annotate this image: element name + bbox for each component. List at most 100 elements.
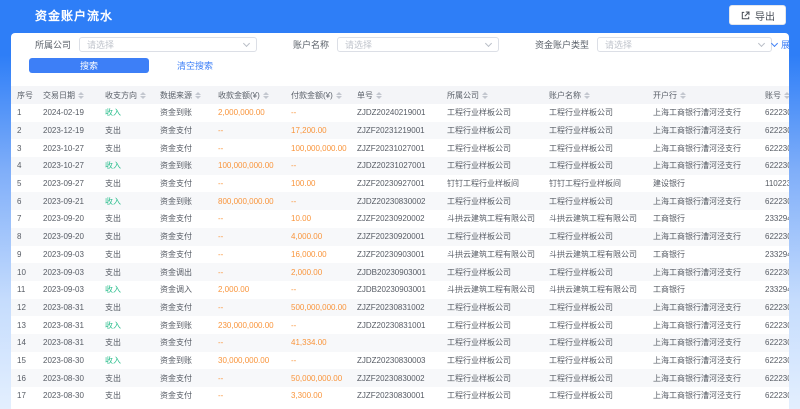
- cell-company: 工程行业样板公司: [441, 157, 543, 175]
- sort-icon[interactable]: [336, 92, 342, 99]
- col-header-account_name[interactable]: 账户名称: [543, 86, 647, 104]
- sort-icon[interactable]: [140, 92, 146, 99]
- cell-company: 工程行业样板公司: [441, 299, 543, 317]
- cell-receipt: 2,000.00: [212, 281, 285, 299]
- col-header-source[interactable]: 数据来源: [154, 86, 212, 104]
- cell-account_name: 钉钉工程行业样板间: [543, 175, 647, 193]
- cell-account_name: 斗拱云建筑工程有限公司: [543, 246, 647, 264]
- col-label: 交易日期: [43, 91, 75, 100]
- clear-search-link[interactable]: 清空搜索: [177, 59, 213, 72]
- cell-payment: 3,300.00: [285, 387, 351, 405]
- cell-receipt: --: [212, 369, 285, 387]
- cell-source: 资金支付: [154, 299, 212, 317]
- cell-source: 资金调入: [154, 281, 212, 299]
- sort-icon[interactable]: [584, 92, 590, 99]
- filter-account-type: 资金账户类型 请选择: [535, 37, 772, 52]
- export-button[interactable]: 导出: [729, 5, 786, 25]
- filter-label-account: 账户名称: [293, 38, 329, 51]
- cell-source: 资金到账: [154, 104, 212, 122]
- cell-date: 2023-09-21: [37, 192, 99, 210]
- cell-source: 资金到账: [154, 157, 212, 175]
- cell-account_no: 622230111: [759, 263, 789, 281]
- cell-order_no: ZJZF20230927001: [351, 175, 441, 193]
- filter-label-account-type: 资金账户类型: [535, 38, 589, 51]
- col-header-bank[interactable]: 开户行: [647, 86, 759, 104]
- cell-bank: 上海工商银行漕河泾支行: [647, 263, 759, 281]
- cell-direction: 收入: [99, 352, 154, 370]
- account-type-select[interactable]: 请选择: [597, 37, 772, 52]
- cell-company: 工程行业样板公司: [441, 263, 543, 281]
- expand-filters-label: 展开筛选: [781, 38, 789, 51]
- sort-icon[interactable]: [784, 92, 789, 99]
- cell-account_name: 工程行业样板公司: [543, 122, 647, 140]
- cell-payment: 50,000,000.00: [285, 369, 351, 387]
- cell-direction: 支出: [99, 263, 154, 281]
- sort-icon[interactable]: [482, 92, 488, 99]
- col-header-order_no[interactable]: 单号: [351, 86, 441, 104]
- sort-icon[interactable]: [376, 92, 382, 99]
- sort-icon[interactable]: [263, 92, 269, 99]
- cell-payment: 16,000.00: [285, 246, 351, 264]
- cell-index: 4: [11, 157, 37, 175]
- cell-bank: 上海工商银行漕河泾支行: [647, 228, 759, 246]
- cell-account_no: 622230111: [759, 299, 789, 317]
- cell-source: 资金支付: [154, 334, 212, 352]
- cell-date: 2023-12-19: [37, 122, 99, 140]
- cell-order_no: ZJZF20230903001: [351, 246, 441, 264]
- cell-date: 2023-08-30: [37, 369, 99, 387]
- cell-account_no: 622230111: [759, 122, 789, 140]
- cell-index: 12: [11, 299, 37, 317]
- cell-payment: --: [285, 157, 351, 175]
- col-header-payment[interactable]: 付款金额(¥): [285, 86, 351, 104]
- cell-receipt: --: [212, 299, 285, 317]
- cell-index: 7: [11, 210, 37, 228]
- sort-icon[interactable]: [680, 92, 686, 99]
- cell-receipt: --: [212, 263, 285, 281]
- action-bar: 搜索 清空搜索: [29, 58, 789, 73]
- cell-account_no: 622230111: [759, 157, 789, 175]
- col-header-company[interactable]: 所属公司: [441, 86, 543, 104]
- sort-icon[interactable]: [78, 92, 84, 99]
- cell-account_no: 622230111: [759, 104, 789, 122]
- cell-account_name: 工程行业样板公司: [543, 299, 647, 317]
- cell-index: 5: [11, 175, 37, 193]
- table-row: 32023-10-27支出资金支付--100,000,000.00ZJZF202…: [11, 139, 789, 157]
- cell-company: 工程行业样板公司: [441, 334, 543, 352]
- chevron-down-icon: [243, 39, 250, 46]
- col-header-account_no[interactable]: 账号: [759, 86, 789, 104]
- sort-icon[interactable]: [195, 92, 201, 99]
- company-select[interactable]: 请选择: [79, 37, 257, 52]
- cell-direction: 支出: [99, 299, 154, 317]
- cell-source: 资金支付: [154, 228, 212, 246]
- table-row: 152023-08-30收入资金到账30,000,000.00--ZJDZ202…: [11, 352, 789, 370]
- col-header-receipt[interactable]: 收款金额(¥): [212, 86, 285, 104]
- search-button[interactable]: 搜索: [29, 58, 149, 73]
- expand-filters-link[interactable]: 展开筛选: [772, 38, 789, 51]
- cell-bank: 上海工商银行漕河泾支行: [647, 192, 759, 210]
- col-header-date[interactable]: 交易日期: [37, 86, 99, 104]
- cell-source: 资金到账: [154, 352, 212, 370]
- page-title: 资金账户流水: [35, 7, 113, 24]
- table-row: 12024-02-19收入资金到账2,000,000.00--ZJDZ20240…: [11, 104, 789, 122]
- cell-company: 工程行业样板公司: [441, 104, 543, 122]
- cell-account_no: 11022382: [759, 175, 789, 193]
- cell-date: 2023-08-30: [37, 387, 99, 405]
- cell-date: 2023-09-03: [37, 263, 99, 281]
- cell-company: 工程行业样板公司: [441, 352, 543, 370]
- cell-receipt: --: [212, 210, 285, 228]
- cell-order_no: ZJDB20230903001: [351, 281, 441, 299]
- cell-payment: --: [285, 316, 351, 334]
- cell-payment: 100.00: [285, 175, 351, 193]
- cell-account_no: 622230111: [759, 334, 789, 352]
- cell-receipt: --: [212, 387, 285, 405]
- col-label: 账号: [765, 91, 781, 100]
- account-select[interactable]: 请选择: [337, 37, 499, 52]
- cell-payment: 17,200.00: [285, 122, 351, 140]
- cell-date: 2023-09-03: [37, 281, 99, 299]
- cell-bank: 上海工商银行漕河泾支行: [647, 157, 759, 175]
- table-row: 172023-08-30支出资金支付--3,300.00ZJZF20230830…: [11, 387, 789, 405]
- cell-order_no: ZJZF20231219001: [351, 122, 441, 140]
- cell-company: 斗拱云建筑工程有限公司: [441, 281, 543, 299]
- cell-payment: 41,334.00: [285, 334, 351, 352]
- col-header-direction[interactable]: 收支方向: [99, 86, 154, 104]
